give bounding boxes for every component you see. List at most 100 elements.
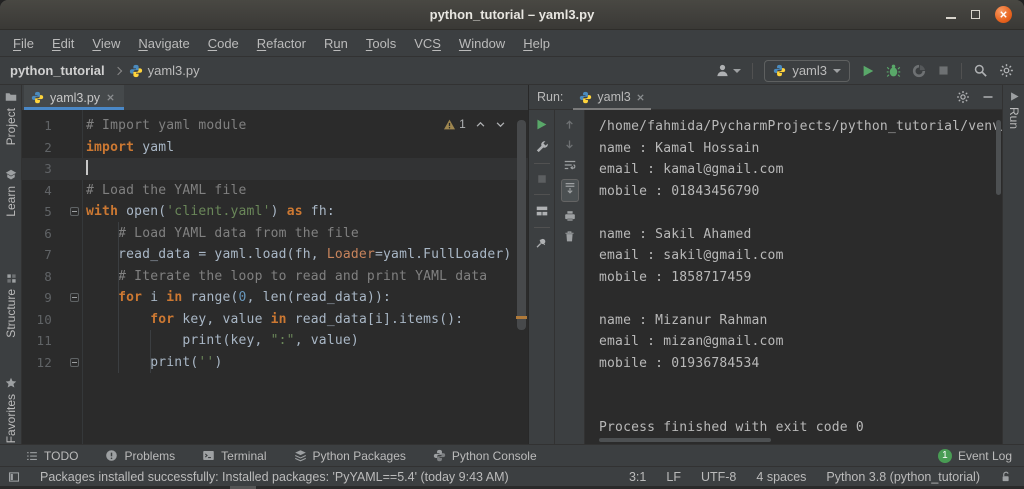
maximize-icon[interactable] <box>971 10 980 19</box>
code-line-10[interactable]: 10 for key, value in read_data[i].items(… <box>22 309 528 331</box>
menu-item-help[interactable]: Help <box>514 36 559 51</box>
toolwindow-python-console[interactable]: Python Console <box>433 449 537 463</box>
down-stack-trace-icon[interactable] <box>563 138 576 151</box>
toolwindow-terminal[interactable]: Terminal <box>202 449 267 463</box>
toolwindow-todo[interactable]: TODO <box>26 449 78 463</box>
menu-item-code[interactable]: Code <box>199 36 248 51</box>
chevron-down-icon[interactable] <box>495 119 506 130</box>
line-number: 4 <box>44 182 52 198</box>
print-icon[interactable] <box>563 209 577 223</box>
sidebar-item-project[interactable]: Project <box>0 91 22 145</box>
edit-configuration-wrench-icon[interactable] <box>535 140 549 154</box>
code-line-4[interactable]: 4 # Load the YAML file <box>22 180 528 202</box>
hide-panel-icon[interactable] <box>982 91 994 103</box>
fold-column[interactable] <box>52 287 86 309</box>
scroll-to-end-button[interactable] <box>560 179 579 202</box>
toolwindow-problems[interactable]: Problems <box>105 449 175 463</box>
title-bar[interactable]: python_tutorial – yaml3.py <box>0 0 1024 30</box>
coverage-button[interactable] <box>912 64 926 78</box>
tab-close-icon[interactable] <box>106 93 115 102</box>
interpreter-setting[interactable]: Python 3.8 (python_tutorial) <box>826 470 980 484</box>
breadcrumb-project[interactable]: python_tutorial <box>10 63 105 78</box>
status-message[interactable]: Packages installed successfully: Install… <box>40 470 509 484</box>
stop-button[interactable] <box>937 64 950 77</box>
code-line-3[interactable]: 3 <box>22 158 528 180</box>
menu-item-navigate[interactable]: Navigate <box>129 36 198 51</box>
inspection-widget[interactable]: 1 <box>443 117 506 131</box>
console-horizontal-scrollbar[interactable] <box>599 438 771 442</box>
fold-marker-icon[interactable] <box>70 357 79 367</box>
status-bar: Packages installed successfully: Install… <box>0 466 1024 486</box>
menu-item-refactor[interactable]: Refactor <box>248 36 315 51</box>
code-line-5[interactable]: 5 with open('client.yaml') as fh: <box>22 201 528 223</box>
menu-item-view[interactable]: View <box>83 36 129 51</box>
toolwindow-python-packages[interactable]: Python Packages <box>294 449 406 463</box>
file-encoding[interactable]: UTF-8 <box>701 470 736 484</box>
event-log-button[interactable]: 1 Event Log <box>937 448 1012 463</box>
fold-marker-icon[interactable] <box>70 207 79 217</box>
rerun-button[interactable] <box>535 118 548 131</box>
editor-scrollbar[interactable] <box>517 120 526 330</box>
stop-button[interactable] <box>536 173 548 185</box>
fold-marker-icon[interactable] <box>70 293 79 303</box>
console-line: name : Sakil Ahamed <box>599 226 752 242</box>
settings-gear-icon[interactable] <box>999 63 1014 78</box>
unlocked-padlock-icon[interactable] <box>1000 471 1012 483</box>
breadcrumb-file[interactable]: yaml3.py <box>129 63 200 78</box>
close-icon[interactable] <box>995 6 1012 23</box>
run-tab-yaml3[interactable]: yaml3 <box>573 85 650 110</box>
search-everywhere-icon[interactable] <box>973 63 988 78</box>
fold-column[interactable] <box>52 352 86 374</box>
menu-item-tools[interactable]: Tools <box>357 36 405 51</box>
console-output[interactable]: /home/fahmida/PycharmProjects/python_tut… <box>585 110 1002 444</box>
menu-item-file[interactable]: File <box>4 36 43 51</box>
line-separator[interactable]: LF <box>666 470 681 484</box>
indent-setting[interactable]: 4 spaces <box>756 470 806 484</box>
menu-item-run[interactable]: Run <box>315 36 357 51</box>
python-logo-icon <box>774 64 786 77</box>
debug-button[interactable] <box>886 63 901 78</box>
code-line-2[interactable]: 2 import yaml <box>22 137 528 159</box>
code-line-12[interactable]: 12 print('') <box>22 352 528 374</box>
menu-item-edit[interactable]: Edit <box>43 36 83 51</box>
indent-guide <box>118 222 119 373</box>
code-editor[interactable]: 1 # Import yaml module 2 import yaml 3 4 # Loa… <box>22 110 528 444</box>
console-line: mobile : 1858717459 <box>599 269 752 285</box>
code-line-7[interactable]: 7 read_data = yaml.load(fh, Loader=yaml.… <box>22 244 528 266</box>
run-button[interactable] <box>861 64 875 78</box>
code-line-6[interactable]: 6 # Load YAML data from the file <box>22 223 528 245</box>
caret-position[interactable]: 3:1 <box>629 470 646 484</box>
sidebar-item-favorites[interactable]: Favorites <box>0 377 22 443</box>
warning-triangle-icon <box>444 119 456 129</box>
tab-close-icon[interactable] <box>636 93 645 102</box>
toolwindow-toggle-icon[interactable] <box>8 471 20 483</box>
run-configuration-select[interactable]: yaml3 <box>764 59 850 82</box>
soft-wrap-icon[interactable] <box>563 158 577 172</box>
settings-gear-icon[interactable] <box>956 90 970 104</box>
chevron-up-icon[interactable] <box>475 119 486 130</box>
up-stack-trace-icon[interactable] <box>563 118 576 131</box>
vcs-update-user-icon[interactable] <box>715 63 742 78</box>
pin-tab-icon[interactable] <box>535 237 548 250</box>
clear-trash-icon[interactable] <box>563 230 576 243</box>
line-number: 10 <box>36 311 52 327</box>
sidebar-item-learn[interactable]: Learn <box>0 169 22 217</box>
sidebar-item-structure[interactable]: Structure <box>0 273 22 338</box>
sidebar-item-run[interactable]: Run <box>1003 91 1024 129</box>
menu-item-vcs[interactable]: VCS <box>405 36 450 51</box>
restore-layout-icon[interactable] <box>535 204 549 218</box>
run-tab-label: yaml3 <box>597 90 631 104</box>
fold-column[interactable] <box>52 201 86 223</box>
code-line-8[interactable]: 8 # Iterate the loop to read and print Y… <box>22 266 528 288</box>
editor-tab-yaml3[interactable]: yaml3.py <box>24 85 125 110</box>
run-toolbar <box>529 110 555 444</box>
problems-icon <box>106 450 118 461</box>
fold-column <box>52 180 86 202</box>
code-text: # Iterate the loop to read and print YAM… <box>118 268 488 284</box>
code-line-11[interactable]: 11 print(key, ":", value) <box>22 330 528 352</box>
code-line-9[interactable]: 9 for i in range(0, len(read_data)): <box>22 287 528 309</box>
minimize-icon[interactable] <box>946 16 956 19</box>
console-vertical-scrollbar[interactable] <box>996 120 1001 195</box>
warning-stripe-mark[interactable] <box>516 316 527 319</box>
menu-item-window[interactable]: Window <box>450 36 514 51</box>
